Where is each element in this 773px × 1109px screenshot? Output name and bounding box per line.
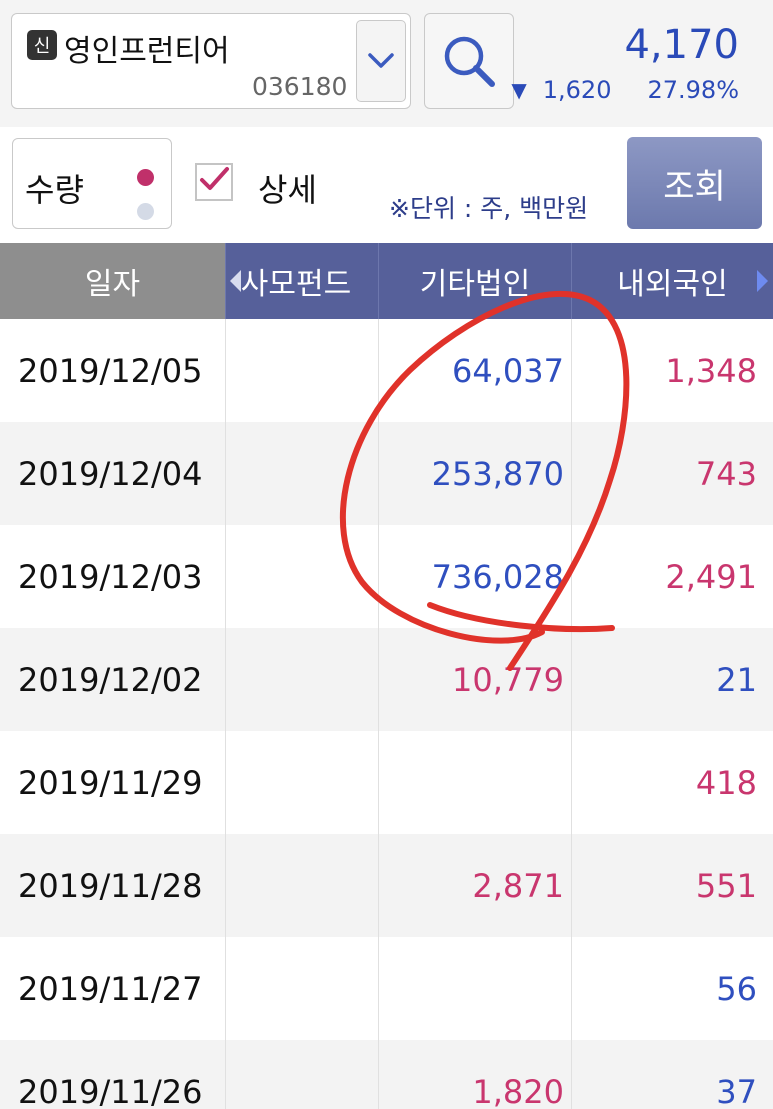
cell-other-corporation: 1,820: [472, 1072, 564, 1109]
detail-label: 상세: [258, 171, 317, 209]
cell-other-corporation: 2,871: [472, 866, 564, 905]
cell-individuals: 1,348: [665, 351, 757, 390]
toggle-dot-inactive: [137, 203, 154, 220]
cell-date: 2019/11/27: [18, 969, 203, 1008]
cell-date: 2019/12/03: [18, 557, 203, 596]
table-row[interactable]: 2019/12/04 253,870 743: [0, 422, 773, 525]
header-private-fund[interactable]: 사모펀드: [225, 243, 378, 319]
scroll-right-arrow-icon[interactable]: [757, 270, 768, 292]
column-divider: [225, 319, 226, 1109]
table-row[interactable]: 2019/12/02 10,779 21: [0, 628, 773, 731]
header-private-fund-label: 사모펀드: [240, 267, 352, 302]
change-percent: 27.98%: [647, 76, 739, 104]
detail-checkbox[interactable]: [195, 163, 233, 201]
unit-note: ※단위 : 주, 백만원: [389, 194, 589, 223]
table-row[interactable]: 2019/11/26 1,820 37: [0, 1040, 773, 1109]
stock-dropdown-button[interactable]: [356, 20, 406, 102]
table-row[interactable]: 2019/12/05 64,037 1,348: [0, 319, 773, 422]
table-header: 일자 사모펀드 기타법인 내외국인: [0, 243, 773, 319]
cell-individuals: 418: [695, 763, 757, 802]
cell-date: 2019/11/29: [18, 763, 203, 802]
table-row[interactable]: 2019/11/29 418: [0, 731, 773, 834]
search-button[interactable]: [424, 13, 514, 109]
quantity-label: 수량: [25, 171, 84, 209]
search-icon: [444, 36, 495, 87]
cell-date: 2019/12/02: [18, 660, 203, 699]
cell-date: 2019/11/28: [18, 866, 203, 905]
price-change: ▼ 1,620 27.98%: [511, 76, 739, 104]
credit-badge: 신: [27, 30, 57, 60]
current-price: 4,170: [624, 22, 739, 68]
cell-other-corporation: 64,037: [452, 351, 564, 390]
cell-other-corporation: 736,028: [431, 557, 564, 596]
stock-selector[interactable]: 신 영인프런티어 036180: [11, 13, 411, 109]
table-row[interactable]: 2019/11/28 2,871 551: [0, 834, 773, 937]
cell-individuals: 743: [695, 454, 757, 493]
scroll-left-arrow-icon[interactable]: [230, 270, 241, 292]
cell-individuals: 56: [716, 969, 757, 1008]
cell-individuals: 551: [695, 866, 757, 905]
cell-individuals: 21: [716, 660, 757, 699]
quantity-toggle[interactable]: 수량: [12, 138, 172, 229]
cell-date: 2019/12/04: [18, 454, 203, 493]
cell-other-corporation: [378, 731, 564, 834]
cell-individuals: 2,491: [665, 557, 757, 596]
cell-other-corporation: [378, 937, 564, 1040]
stock-code: 036180: [252, 72, 348, 101]
column-divider: [378, 319, 379, 1109]
chevron-down-icon: [368, 53, 394, 68]
column-divider: [571, 319, 572, 1109]
cell-other-corporation: 253,870: [431, 454, 564, 493]
header-date: 일자: [0, 243, 225, 319]
table-row[interactable]: 2019/11/27 56: [0, 937, 773, 1040]
check-icon: [200, 167, 229, 190]
down-triangle-icon: ▼: [511, 78, 527, 102]
toggle-dot-active: [137, 169, 154, 186]
header-individuals[interactable]: 내외국인: [571, 243, 773, 319]
query-button[interactable]: 조회: [627, 137, 762, 229]
header-other-corporation[interactable]: 기타법인: [378, 243, 571, 319]
change-value: 1,620: [542, 76, 612, 104]
table-body: 2019/12/05 64,037 1,348 2019/12/04 253,870 74…: [0, 319, 773, 1109]
stock-header: 신 영인프런티어 036180 4,170 ▼ 1,620 27.98%: [0, 0, 773, 127]
cell-date: 2019/11/26: [18, 1072, 203, 1109]
cell-other-corporation: 10,779: [452, 660, 564, 699]
table-row[interactable]: 2019/12/03 736,028 2,491: [0, 525, 773, 628]
cell-date: 2019/12/05: [18, 351, 203, 390]
options-bar: 수량 상세 ※단위 : 주, 백만원 조회: [0, 127, 773, 243]
stock-name: 영인프런티어: [64, 34, 230, 69]
cell-individuals: 37: [716, 1072, 757, 1109]
